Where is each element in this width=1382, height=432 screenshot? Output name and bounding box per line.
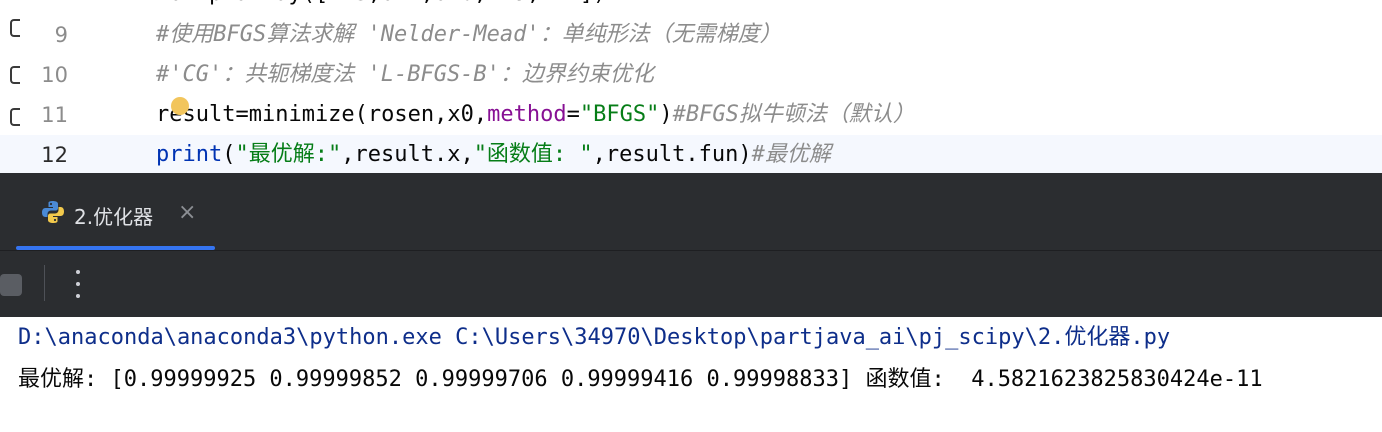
code-line-11[interactable]: 11 result=minimize(rosen,x0,method="BFGS… [0, 95, 1382, 135]
line-number: 11 [41, 103, 68, 127]
string-literal: "函数值: " [473, 142, 593, 167]
code-line-12[interactable]: 12 print("最优解:",result.x,"函数值: ",result.… [0, 135, 1382, 173]
stop-icon[interactable] [0, 274, 22, 296]
more-options-icon[interactable] [76, 270, 80, 298]
console-command-line: D:\anaconda\anaconda3\python.exe C:\User… [18, 325, 1171, 350]
code-segment: ,result.fun) [592, 142, 752, 167]
builtin-function: print [156, 142, 223, 167]
string-literal: "BFGS" [579, 102, 660, 127]
line-number: 10 [41, 63, 68, 87]
toolbar-divider [44, 265, 45, 301]
intention-bulb-icon[interactable] [171, 97, 189, 115]
code-segment: ,result.x, [341, 142, 474, 167]
code-text: result=minimize(rosen,x0,method="BFGS")#… [156, 95, 915, 135]
python-file-icon [42, 201, 64, 223]
tab-run-config[interactable]: 2.优化器 × [16, 173, 215, 250]
code-segment: ) [659, 102, 673, 127]
comment-text: #最优解 [751, 142, 831, 167]
comment-text: #BFGS拟牛顿法（默认） [672, 102, 915, 127]
run-toolbar [0, 251, 1382, 317]
code-segment: = [566, 102, 580, 127]
code-line-10[interactable]: 10 #'CG'：共轭梯度法 'L-BFGS-B'：边界约束优化 [0, 55, 1382, 95]
code-text: print("最优解:",result.x,"函数值: ",result.fun… [156, 135, 831, 173]
line-number: 9 [54, 23, 68, 47]
code-segment: result=minimize(rosen,x0, [156, 102, 488, 127]
keyword-arg: method [487, 102, 567, 127]
tab-label: 2.优化器 [74, 205, 154, 229]
close-icon[interactable]: × [178, 200, 196, 225]
code-line-partial: x0=np.array([1.3,0.7,0.8,1.9,1.2]) [0, 0, 1382, 14]
code-editor[interactable]: x0=np.array([1.3,0.7,0.8,1.9,1.2]) 9 #使用… [0, 0, 1382, 173]
run-tool-window-header: 2.优化器 × [0, 173, 1382, 251]
string-literal: "最优解:" [235, 142, 342, 167]
code-line-9[interactable]: 9 #使用BFGS算法求解 'Nelder-Mead'：单纯形法（无需梯度） [0, 15, 1382, 55]
comment-text: #使用BFGS算法求解 'Nelder-Mead'：单纯形法（无需梯度） [156, 22, 782, 47]
console-result-line: 最优解: [0.99999925 0.99999852 0.99999706 0… [18, 367, 1263, 392]
line-number: 12 [41, 143, 68, 167]
console-output[interactable]: D:\anaconda\anaconda3\python.exe C:\User… [0, 317, 1382, 432]
active-tab-indicator [16, 246, 215, 250]
comment-text: #'CG'：共轭梯度法 'L-BFGS-B'：边界约束优化 [156, 62, 654, 87]
code-segment: ( [222, 142, 236, 167]
